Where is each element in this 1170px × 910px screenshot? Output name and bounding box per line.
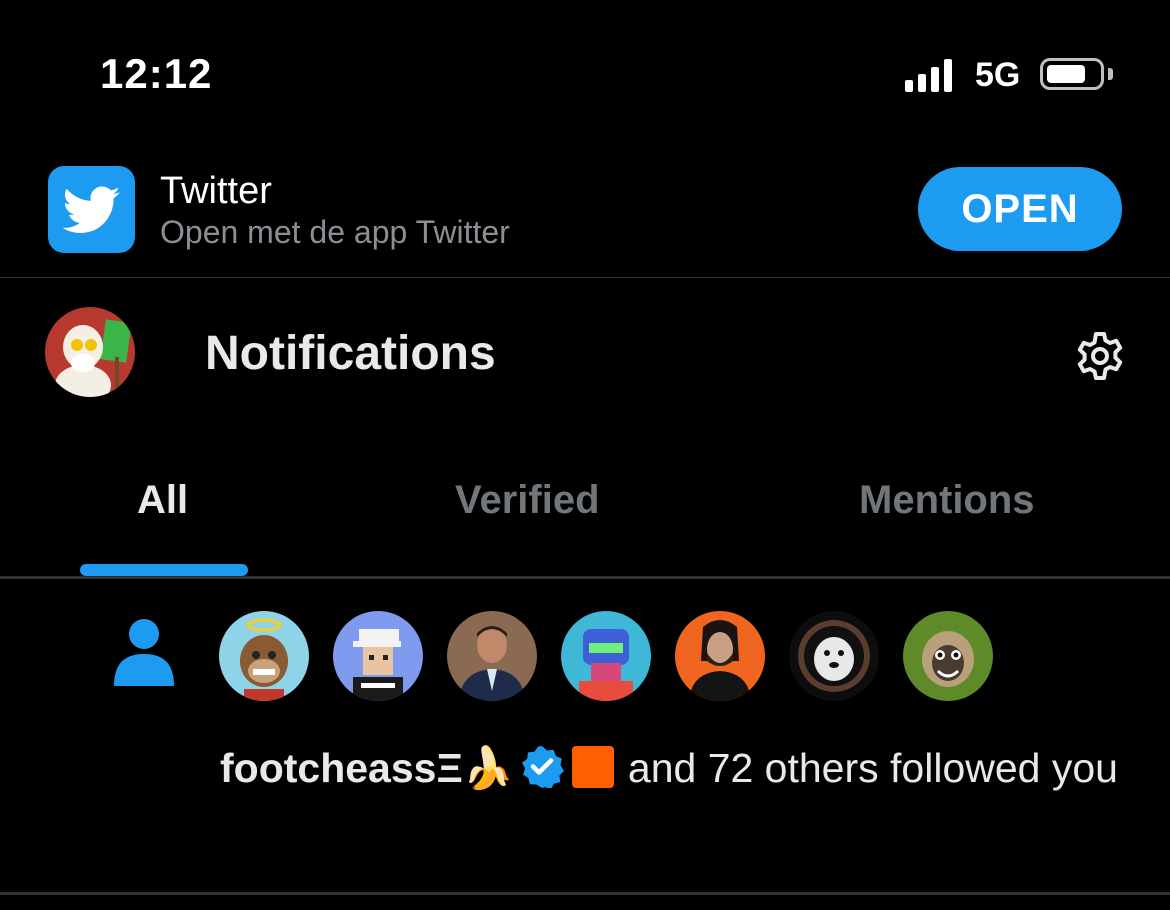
follower-avatar-pixel[interactable] <box>333 611 423 701</box>
profile-avatar[interactable] <box>45 307 135 397</box>
banner-subtitle: Open met de app Twitter <box>160 214 510 250</box>
notification-text: footcheassΞ🍌 and 72 others followed you <box>220 733 1120 803</box>
battery-icon <box>1040 58 1104 90</box>
battery-cap <box>1108 68 1113 80</box>
gear-icon[interactable] <box>1074 330 1126 382</box>
open-app-button[interactable]: OPEN <box>918 167 1122 251</box>
signal-strength-icon <box>905 58 955 92</box>
verified-badge-icon <box>520 739 564 790</box>
follower-avatar-monkey[interactable] <box>903 611 993 701</box>
tabs-divider <box>0 576 1170 579</box>
twitter-bird-icon[interactable] <box>48 166 135 253</box>
follower-avatar-robot[interactable] <box>561 611 651 701</box>
tab-verified[interactable]: Verified <box>455 478 600 523</box>
notification-message: and 72 others followed you <box>627 745 1118 791</box>
active-tab-indicator <box>80 564 248 576</box>
banner-divider <box>0 277 1170 278</box>
follower-avatar-dog[interactable] <box>789 611 879 701</box>
follower-name[interactable]: footcheassΞ🍌 <box>220 745 514 791</box>
follower-avatar-john-wick[interactable] <box>675 611 765 701</box>
page-title: Notifications <box>205 327 496 380</box>
follower-avatar-ape[interactable] <box>219 611 309 701</box>
person-icon <box>112 618 176 686</box>
network-type: 5G <box>975 56 1021 94</box>
tab-mentions[interactable]: Mentions <box>859 478 1035 523</box>
notification-divider <box>0 892 1170 895</box>
tab-all[interactable]: All <box>137 478 188 523</box>
status-time: 12:12 <box>100 50 213 97</box>
banner-app-name: Twitter <box>160 170 272 212</box>
orange-square-emoji <box>571 746 614 788</box>
follower-avatar-man[interactable] <box>447 611 537 701</box>
